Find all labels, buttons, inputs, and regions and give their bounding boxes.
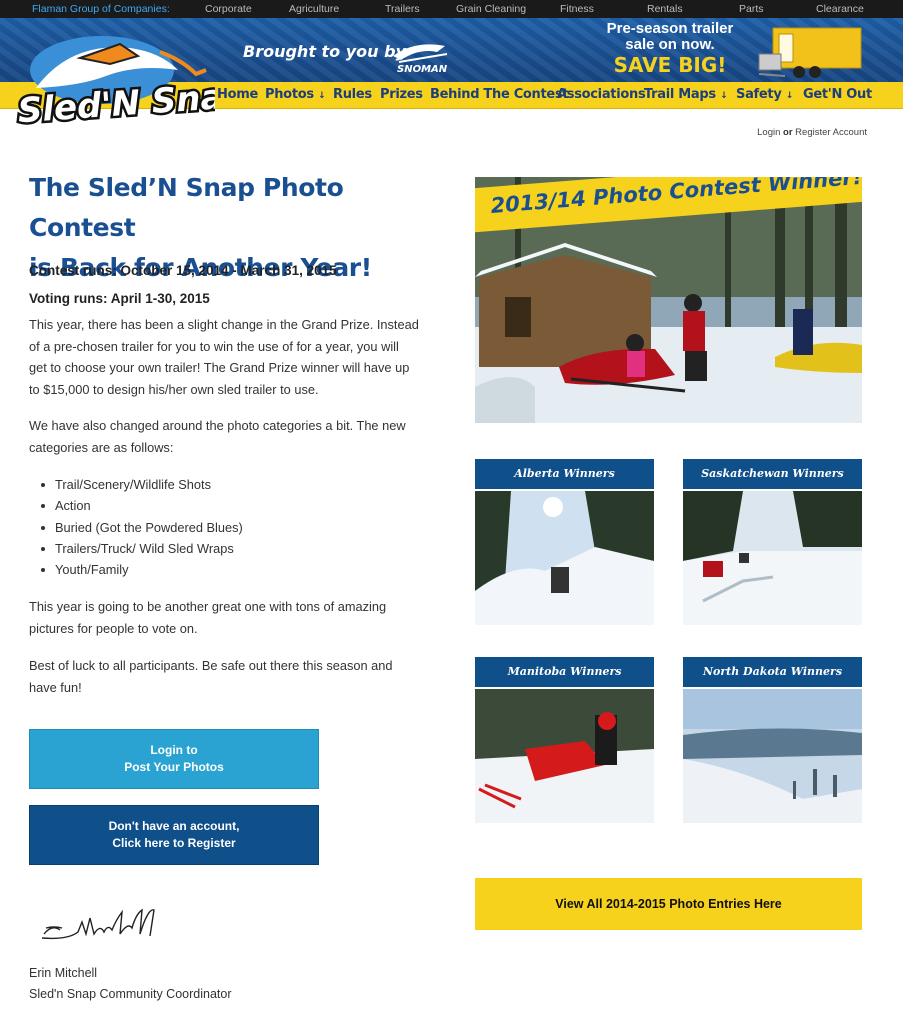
winner-hero-image[interactable]: 2013/14 Photo Contest Winner!: [475, 177, 862, 423]
chevron-down-icon: ↓: [785, 91, 794, 101]
contest-dates: Contest runs: October 15, 2014 - March 3…: [29, 263, 337, 278]
list-item: Action: [29, 495, 243, 516]
list-item: Buried (Got the Powdered Blues): [29, 517, 243, 538]
top-link-clearance[interactable]: Clearance: [816, 3, 864, 15]
account-links: Login or Register Account: [757, 127, 867, 138]
signer-title: Sled'n Snap Community Coordinator: [29, 987, 232, 1001]
categories-list: Trail/Scenery/Wildlife Shots Action Buri…: [29, 474, 243, 580]
saskatchewan-winners-heading[interactable]: Saskatchewan Winners: [683, 459, 862, 489]
top-link-rentals[interactable]: Rentals: [647, 3, 683, 15]
register-account-link[interactable]: Register Account: [795, 127, 867, 138]
good-luck-paragraph: Best of luck to all participants. Be saf…: [29, 658, 393, 695]
top-bar: Flaman Group of Companies: Corporate Agr…: [0, 0, 903, 18]
list-item: Trailers/Truck/ Wild Sled Wraps: [29, 538, 243, 559]
intro-paragraph: This year, there has been a slight chang…: [29, 317, 419, 397]
saskatchewan-winners-image[interactable]: [683, 491, 862, 625]
chevron-down-icon: ↓: [318, 91, 326, 101]
nav-associations[interactable]: Associations: [557, 87, 646, 102]
snoman-logo[interactable]: SNOMAN: [385, 34, 455, 74]
list-item: Youth/Family: [29, 559, 243, 580]
chevron-down-icon: ↓: [720, 91, 728, 101]
nav-rules[interactable]: Rules: [333, 87, 372, 102]
sled-n-snap-logo[interactable]: Sled'N Snap: [10, 30, 215, 130]
nav-getn-out[interactable]: Get'N Out: [803, 87, 872, 102]
manitoba-winners-heading[interactable]: Manitoba Winners: [475, 657, 654, 687]
top-link-parts[interactable]: Parts: [739, 3, 764, 15]
top-link-trailers[interactable]: Trailers: [385, 3, 420, 15]
nav-behind-the-contest[interactable]: Behind The Contest: [430, 87, 569, 102]
voting-dates: Voting runs: April 1-30, 2015: [29, 291, 210, 306]
login-link[interactable]: Login: [757, 127, 780, 138]
top-link-agriculture[interactable]: Agriculture: [289, 3, 339, 15]
register-button[interactable]: Don't have an account, Click here to Reg…: [29, 805, 319, 865]
great-year-paragraph: This year is going to be another great o…: [29, 599, 387, 636]
north-dakota-winners-heading[interactable]: North Dakota Winners: [683, 657, 862, 687]
nav-trail-maps[interactable]: Trail Maps ↓: [644, 87, 728, 102]
view-all-entries-button[interactable]: View All 2014-2015 Photo Entries Here: [475, 878, 862, 930]
nav-safety[interactable]: Safety ↓: [736, 87, 793, 102]
top-link-fitness[interactable]: Fitness: [560, 3, 594, 15]
list-item: Trail/Scenery/Wildlife Shots: [29, 474, 243, 495]
nav-home[interactable]: Home: [217, 87, 258, 102]
nav-photos[interactable]: Photos ↓: [265, 87, 326, 102]
manitoba-winners-image[interactable]: [475, 689, 654, 823]
brought-by-text: Brought to you by: [243, 42, 407, 61]
trailer-image[interactable]: [755, 24, 865, 80]
nav-prizes[interactable]: Prizes: [380, 87, 423, 102]
top-link-corporate[interactable]: Corporate: [205, 3, 252, 15]
signature: [41, 908, 155, 940]
north-dakota-winners-image[interactable]: [683, 689, 862, 823]
alberta-winners-image[interactable]: [475, 491, 654, 625]
top-link-grain-cleaning[interactable]: Grain Cleaning: [456, 3, 526, 15]
categories-intro: We have also changed around the photo ca…: [29, 418, 406, 455]
signer-name: Erin Mitchell: [29, 966, 98, 980]
alberta-winners-heading[interactable]: Alberta Winners: [475, 459, 654, 489]
group-label[interactable]: Flaman Group of Companies:: [32, 3, 170, 15]
trailer-sale-promo[interactable]: Pre-season trailer sale on now. SAVE BIG…: [590, 21, 750, 78]
login-post-photos-button[interactable]: Login to Post Your Photos: [29, 729, 319, 789]
svg-text:SNOMAN: SNOMAN: [397, 64, 448, 74]
